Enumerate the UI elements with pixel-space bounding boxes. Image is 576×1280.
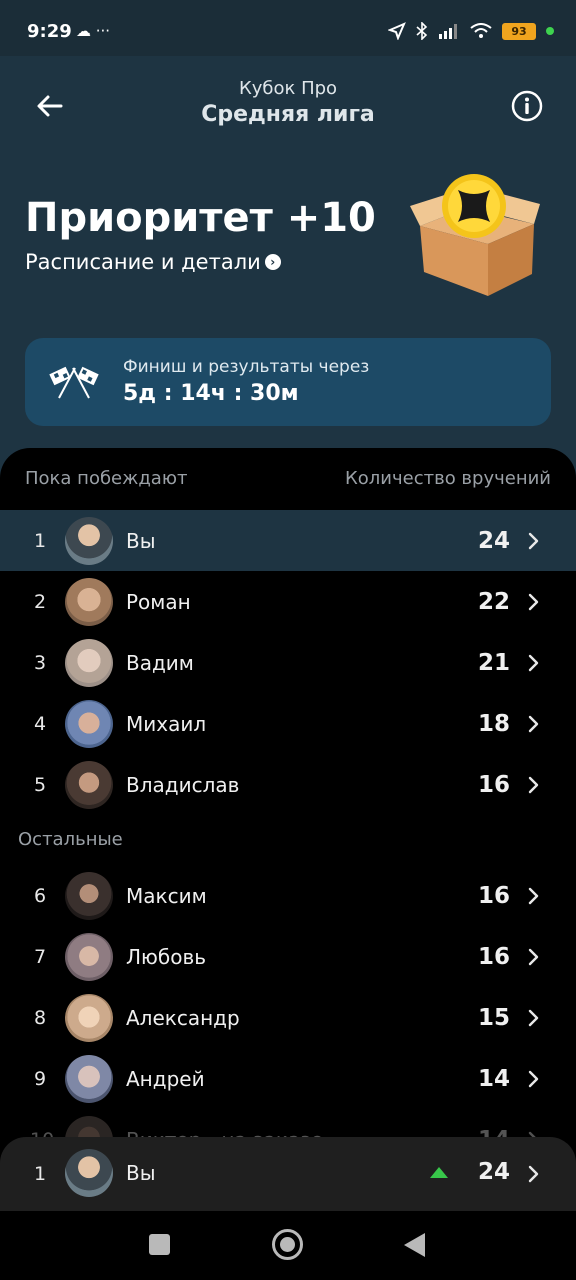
row-score: 15 [477, 1004, 510, 1031]
avatar [65, 932, 113, 981]
row-name: Михаил [126, 711, 207, 736]
row-score: 21 [477, 649, 510, 676]
row-score: 16 [477, 771, 510, 798]
row-name: Александр [126, 1005, 240, 1030]
avatar [65, 699, 113, 748]
chevron-right-icon [528, 654, 539, 671]
row-name: Владислав [126, 772, 240, 797]
status-right-icons: 93 [388, 22, 554, 40]
row-rank: 6 [33, 884, 47, 907]
chevron-right-icon [528, 776, 539, 793]
chevron-right-icon [528, 532, 539, 549]
row-rank: 1 [33, 529, 47, 552]
avatar [65, 993, 113, 1042]
row-name: Вы [126, 528, 156, 553]
row-rank: 4 [33, 712, 47, 735]
avatar [65, 638, 113, 687]
bluetooth-icon [416, 22, 428, 40]
checkered-flags-icon [49, 366, 99, 399]
chevron-right-icon [528, 715, 539, 732]
schedule-details-label: Расписание и детали [25, 250, 261, 274]
chevron-right-icon [528, 1070, 539, 1087]
row-name: Роман [126, 589, 191, 614]
chevron-right-icon: › [264, 254, 281, 270]
chevron-right-icon [528, 1165, 539, 1183]
status-notification-icons: ☁ ··· [76, 22, 111, 40]
row-score: 22 [477, 588, 510, 615]
row-score: 16 [477, 882, 510, 909]
status-bar: 9:29 ☁ ··· 93 [0, 0, 576, 56]
signal-icon [439, 24, 457, 39]
row-score: 24 [477, 527, 510, 554]
avatar [65, 871, 113, 920]
count-column-label: Количество вручений [345, 468, 551, 489]
leaders-column-label: Пока побеждают [25, 468, 188, 489]
system-nav-bar [0, 1211, 576, 1280]
leaderboard-row-me[interactable]: 1 Вы 24 [0, 510, 576, 571]
leaderboard-row[interactable]: 3 Вадим 21 [0, 632, 576, 693]
row-rank: 7 [33, 945, 47, 968]
row-score: 14 [477, 1065, 510, 1092]
timer-label: Финиш и результаты через [123, 357, 370, 377]
row-name: Любовь [126, 944, 207, 969]
row-rank: 5 [33, 773, 47, 796]
leaderboard-row[interactable]: 8 Александр 15 [0, 987, 576, 1048]
leaderboard-row[interactable]: 2 Роман 22 [0, 571, 576, 632]
avatar [65, 760, 113, 809]
avatar [65, 1149, 113, 1197]
privacy-dot-icon [546, 27, 554, 35]
league-title: Средняя лига [201, 102, 375, 127]
prize-box-icon [410, 174, 540, 296]
battery-icon: 93 [502, 22, 536, 40]
leaderboard-row[interactable]: 9 Андрей 14 [0, 1048, 576, 1109]
row-rank: 3 [33, 651, 47, 674]
row-name: Вы [126, 1161, 156, 1185]
trend-up-icon [430, 1167, 448, 1178]
header-area: 9:29 ☁ ··· 93 Кубок Про Средняя лига При… [0, 0, 576, 480]
row-name: Максим [126, 883, 207, 908]
leaderboard-row[interactable]: 4 Михаил 18 [0, 693, 576, 754]
sticky-my-position[interactable]: 1 Вы 24 [0, 1137, 576, 1211]
leaderboard-row[interactable]: 6 Максим 16 [0, 865, 576, 926]
avatar [65, 577, 113, 626]
chevron-right-icon [528, 887, 539, 904]
schedule-details-link[interactable]: Расписание и детали › [25, 250, 281, 274]
chevron-right-icon [528, 1009, 539, 1026]
row-rank: 8 [33, 1006, 47, 1029]
row-rank: 9 [33, 1067, 47, 1090]
leaderboard-row[interactable]: 5 Владислав 16 [0, 754, 576, 815]
chevron-right-icon [528, 948, 539, 965]
status-time: 9:29 [27, 21, 72, 42]
row-name: Вадим [126, 650, 194, 675]
recents-icon[interactable] [149, 1234, 170, 1255]
chevron-right-icon [528, 593, 539, 610]
leaderboard-row[interactable]: 7 Любовь 16 [0, 926, 576, 987]
row-score: 18 [477, 710, 510, 737]
location-icon [388, 22, 406, 40]
wifi-icon [470, 23, 492, 38]
system-back-icon[interactable] [404, 1233, 425, 1257]
others-section-label: Остальные [18, 829, 123, 850]
row-score: 24 [477, 1159, 510, 1185]
row-name: Андрей [126, 1066, 205, 1091]
home-icon[interactable] [272, 1229, 303, 1260]
avatar [65, 1054, 113, 1103]
timer-card: Финиш и результаты через 5д : 14ч : 30м [25, 338, 551, 426]
top-nav: Кубок Про Средняя лига [0, 56, 576, 156]
row-rank: 2 [33, 590, 47, 613]
priority-title: Приоритет +10 [25, 195, 376, 241]
row-rank: 1 [33, 1163, 47, 1185]
league-subtitle: Кубок Про [238, 78, 338, 99]
timer-value: 5д : 14ч : 30м [123, 381, 299, 406]
avatar [65, 516, 113, 565]
row-score: 16 [477, 943, 510, 970]
leaderboard-header: Пока побеждают Количество вручений [25, 468, 551, 489]
info-icon[interactable] [511, 90, 543, 122]
